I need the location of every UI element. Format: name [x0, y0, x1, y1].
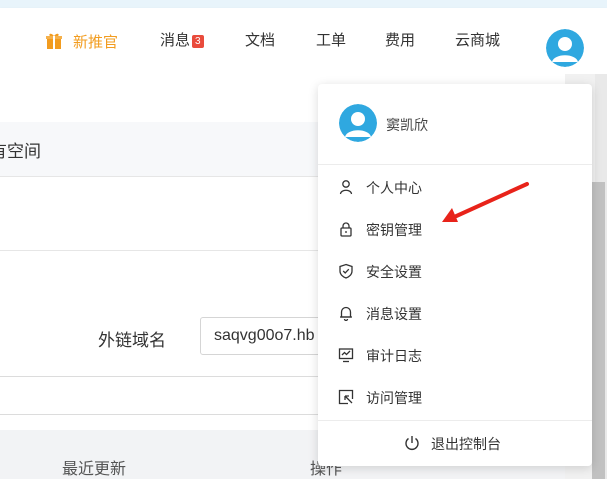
- avatar: [339, 104, 377, 142]
- promo-nav[interactable]: 新推官: [45, 32, 118, 52]
- section-title: 有空间: [0, 142, 41, 161]
- divider: [0, 414, 330, 415]
- user-dropdown-menu: 窦凯欣 个人中心 密钥管理 安全设置 消息设置 审计日志 访问管理 退出控制台: [318, 84, 592, 466]
- top-header: 新推官 消息 3 文档 工单 费用 云商城: [0, 8, 607, 74]
- dropdown-user-header: 窦凯欣: [318, 84, 592, 165]
- menu-item-message-settings[interactable]: 消息设置: [318, 292, 592, 334]
- audit-log-icon: [338, 348, 354, 363]
- logout-label: 退出控制台: [431, 436, 501, 452]
- menu-item-security-settings[interactable]: 安全设置: [318, 250, 592, 292]
- ticket-nav[interactable]: 工单: [316, 32, 346, 50]
- domain-field-label: 外链域名: [98, 331, 166, 350]
- message-count-badge: 3: [192, 35, 204, 48]
- messages-label: 消息: [160, 32, 191, 49]
- menu-item-access-management[interactable]: 访问管理: [318, 376, 592, 418]
- promo-label: 新推官: [73, 34, 119, 51]
- logout-button[interactable]: 退出控制台: [318, 421, 592, 466]
- user-icon: [339, 180, 353, 195]
- username: 窦凯欣: [386, 117, 428, 133]
- fee-nav[interactable]: 费用: [385, 32, 415, 50]
- docs-nav[interactable]: 文档: [245, 32, 275, 50]
- red-arrow-annotation: [442, 182, 529, 222]
- column-header-updated: 最近更新: [62, 461, 127, 478]
- divider: [0, 376, 330, 377]
- top-strip: [0, 0, 607, 8]
- menu-item-label: 个人中心: [366, 180, 422, 196]
- lock-icon: [340, 222, 352, 237]
- shield-icon: [339, 263, 353, 279]
- menu-item-label: 访问管理: [366, 390, 422, 406]
- user-avatar-icon: [339, 104, 377, 142]
- menu-item-label: 审计日志: [366, 348, 422, 364]
- user-avatar-icon: [546, 29, 584, 67]
- market-nav[interactable]: 云商城: [455, 32, 500, 50]
- access-icon: [338, 389, 354, 405]
- bell-icon: [340, 306, 352, 321]
- gift-icon: [46, 33, 62, 49]
- messages-nav[interactable]: 消息 3: [160, 32, 204, 50]
- scrollbar-thumb[interactable]: [592, 182, 605, 479]
- menu-item-label: 安全设置: [366, 264, 422, 280]
- menu-item-label: 密钥管理: [366, 222, 422, 238]
- power-icon: [405, 436, 419, 450]
- avatar[interactable]: [546, 29, 584, 67]
- menu-item-label: 消息设置: [366, 306, 422, 322]
- menu-item-audit-log[interactable]: 审计日志: [318, 334, 592, 376]
